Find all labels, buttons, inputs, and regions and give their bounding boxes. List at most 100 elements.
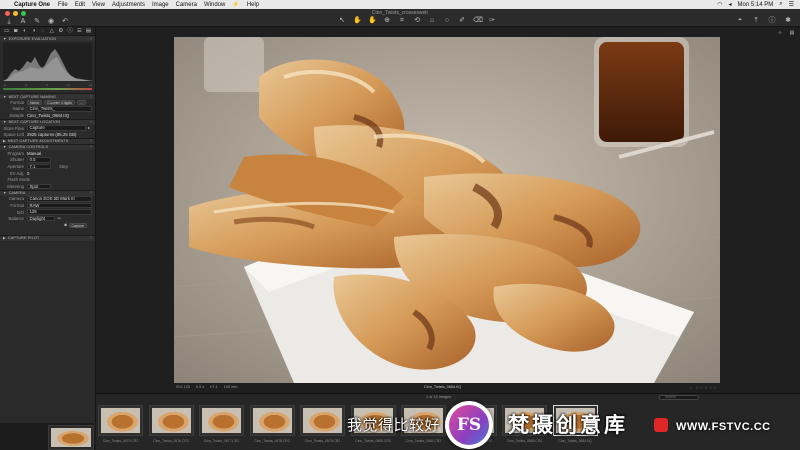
menu-view[interactable]: View (92, 2, 105, 8)
folder-icon[interactable]: ▸ (86, 124, 92, 132)
step-label: Step (59, 163, 68, 169)
menu-help[interactable]: Help (247, 2, 259, 8)
viewer-nav-icon[interactable]: ‹› (776, 29, 784, 37)
export-icon[interactable]: ⤒ (752, 17, 760, 25)
camera-model-select[interactable]: Canon EOS 5D Mark III (27, 196, 92, 202)
batch-tab-icon[interactable]: ▤ (86, 28, 91, 34)
camera-model-row: Camera Canon EOS 5D Mark III (0, 196, 95, 203)
wifi-icon[interactable]: ◠ (717, 1, 722, 8)
thumbnail-caption: Cinn_Twists_0678.CR2 (254, 439, 290, 443)
color-tab-icon[interactable]: ◐ (22, 28, 27, 34)
store-files-row: Store Files Capture ▸ (3, 124, 92, 132)
thumbnail[interactable]: Cinn_Twists_0670.CR2 (98, 405, 143, 443)
shutter-select[interactable]: 0.5 (27, 157, 51, 163)
space-left-row: Space Left 2925 captures (85.25 GB) (0, 131, 95, 138)
spotlight-icon[interactable]: ⌕ (779, 1, 782, 8)
store-files-select[interactable]: Capture (27, 125, 86, 131)
sample-filename: Cinn_Twists_0684.IIQ (27, 112, 70, 118)
library-tab-icon[interactable]: ▭ (4, 28, 9, 34)
spot-removal-icon[interactable]: ○ (443, 17, 451, 25)
watermark-text: 梵摄创意库 (508, 413, 628, 437)
format-name-token[interactable]: Name (27, 99, 43, 105)
zoom-tool-icon[interactable]: ⊕ (383, 17, 391, 25)
exposure-evaluation-header[interactable]: ▼ EXPOSURE EVALUATION ? (0, 35, 95, 41)
undo-icon[interactable]: ↶ (61, 18, 69, 26)
photo-info-bar: ISO 125 0.5 s f/7.1 100 mm Cinn_Twists_0… (176, 384, 718, 390)
aperture-select[interactable]: 7.1 (27, 163, 51, 170)
sample-row: Sample Cinn_Twists_0684.IIQ (0, 112, 95, 119)
help-icon[interactable]: ? (90, 37, 92, 41)
thumbnail-caption: Cinn_Twists_0680.CR2 (355, 439, 391, 443)
program-value[interactable]: Manual (27, 151, 92, 156)
thumbnail[interactable]: Cinn_Twists_0679.CR2 (300, 405, 345, 443)
app-menu[interactable]: Capture One (14, 2, 50, 8)
camera-tab-icon[interactable]: ◙ (13, 28, 18, 34)
rotate-tool-icon[interactable]: ⟲ (413, 17, 421, 25)
camera-format-select[interactable]: RAW (27, 202, 92, 209)
color-picker-icon[interactable]: ✑ (488, 17, 496, 25)
menu-file[interactable]: File (58, 2, 68, 8)
window-title: Cinn_Twists_crossesweb (371, 10, 429, 16)
output-tab-icon[interactable]: ☰ (77, 28, 82, 34)
thumbnail[interactable]: Cinn_Twists_0678.CR2 (249, 405, 295, 443)
watermark-url: WWW.FSTVC.CC (676, 421, 771, 433)
exposure-tab-icon[interactable]: ◑ (31, 28, 36, 34)
menu-adjustments[interactable]: Adjustments (112, 2, 145, 8)
viewer-options-icon[interactable]: ▤ (788, 29, 796, 37)
rating-stars[interactable]: ○ ☆☆☆☆☆ (690, 385, 718, 390)
bolt-icon[interactable]: ⚡ (232, 1, 239, 8)
text-icon[interactable]: A (19, 18, 27, 26)
import-icon[interactable]: ⤓ (5, 18, 13, 26)
metadata-tab-icon[interactable]: ⓘ (67, 28, 73, 34)
crop-tool-icon[interactable]: ⌗ (398, 17, 406, 25)
info-icon[interactable]: ⓘ (768, 17, 776, 25)
flash-mode-row: Flash Mode (7, 177, 30, 183)
thumbnail-image (151, 408, 191, 433)
clock[interactable]: Mon 5:14 PM (738, 2, 774, 8)
thumbnail-caption: Cinn_Twists_0684.IIQ (558, 439, 592, 443)
pan-tool-icon[interactable]: ✋ (353, 17, 362, 25)
capture-row: ◙ Capture (0, 222, 95, 229)
menu-window[interactable]: Window (204, 2, 225, 8)
lens-tab-icon[interactable]: ◌ (40, 28, 45, 34)
thumbnail[interactable]: Cinn_Twists_0677.CR2 (199, 405, 244, 443)
metering-select[interactable]: Spot (27, 183, 51, 189)
collapse-triangle-icon: ▼ (3, 36, 7, 41)
keystone-tool-icon[interactable]: ⌂ (428, 17, 436, 25)
camera-icon: ◙ (64, 222, 67, 228)
library-thumbnail[interactable] (48, 425, 94, 450)
image-count: 1 of 15 Images (426, 395, 452, 399)
format-counter-token[interactable]: Counter 4 digits (44, 99, 75, 105)
watermark-logo: FS (445, 401, 493, 449)
search-input[interactable]: Search (659, 395, 699, 400)
menu-edit[interactable]: Edit (75, 2, 85, 8)
brush-tool-icon[interactable]: ✐ (458, 17, 466, 25)
eraser-tool-icon[interactable]: ⌫ (473, 17, 483, 25)
photo-meta: ISO 125 0.5 s f/7.1 100 mm (176, 385, 238, 389)
settings-icon[interactable]: ✱ (784, 17, 792, 25)
menu-image[interactable]: Image (152, 2, 169, 8)
loupe-tool-icon[interactable]: ✋ (368, 17, 377, 25)
white-balance-select[interactable]: Daylight (27, 215, 55, 222)
select-tool-icon[interactable]: ↖ (338, 17, 346, 25)
format-more-button[interactable]: ... (76, 99, 86, 105)
ev-adj-value[interactable]: 0 (27, 171, 92, 176)
space-left-value: 2925 captures (85.25 GB) (27, 132, 77, 138)
capture-pilot-header[interactable]: ▶ CAPTURE PILOT ? (0, 234, 95, 241)
adjustments-tab-icon[interactable]: ⚙ (58, 28, 63, 34)
volume-icon[interactable]: ◂ (729, 1, 732, 8)
exposure-scale: -2 -1 0 +1 +2 (3, 83, 92, 87)
menu-camera[interactable]: Camera (176, 2, 197, 8)
capture-button[interactable]: Capture (68, 222, 87, 228)
speech-icon[interactable]: ◓ (736, 17, 744, 25)
photo-filename: Cinn_Twists_0684.IIQ (424, 385, 462, 389)
details-tab-icon[interactable]: △ (49, 28, 54, 34)
menu-list-icon[interactable]: ☰ (789, 1, 794, 8)
thumbnail[interactable]: Cinn_Twists_0676.CR2 (148, 405, 194, 443)
thumbnail-caption: Cinn_Twists_0681.CR2 (405, 439, 442, 443)
main-photo[interactable] (174, 37, 720, 383)
capture-name-input[interactable]: Cinn_Twists_ (27, 106, 92, 112)
thumbnail-caption: Cinn_Twists_0677.CR2 (203, 439, 240, 443)
pen-icon[interactable]: ✎ (33, 18, 41, 26)
capture-icon[interactable]: ◉ (47, 18, 55, 26)
